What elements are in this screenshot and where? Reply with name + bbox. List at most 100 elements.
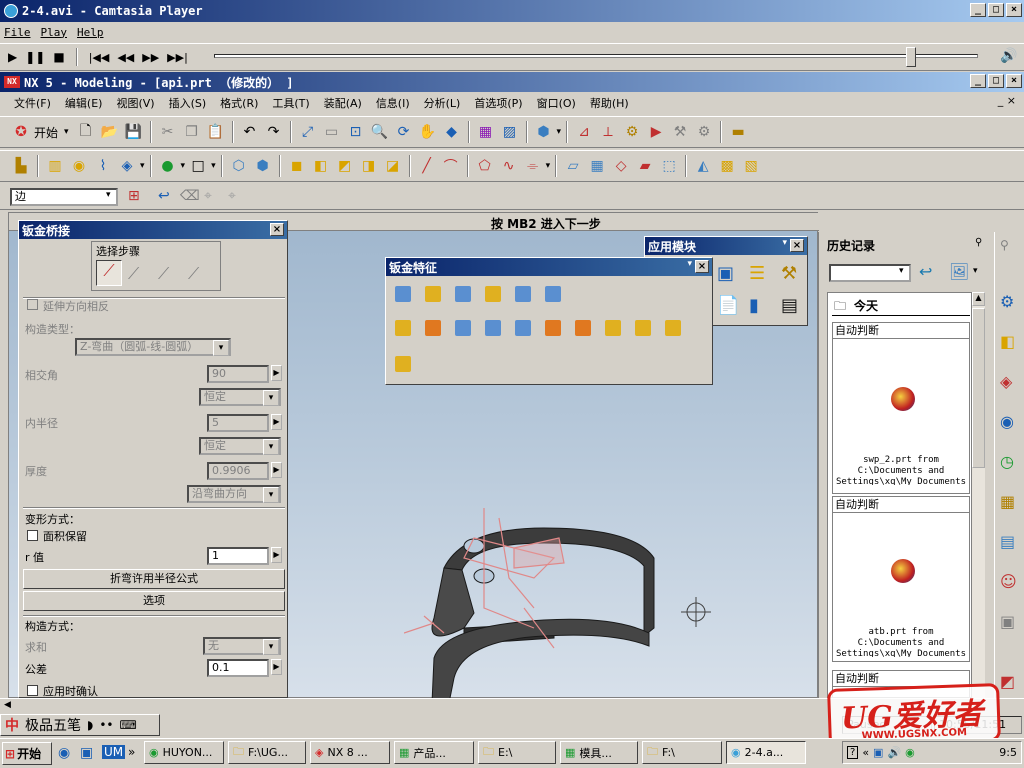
- history-card[interactable]: 自动判断 atb.prt from C:\Documents and Setti…: [832, 496, 970, 662]
- sm-bridge-icon[interactable]: [630, 316, 656, 340]
- line-icon[interactable]: ╱: [416, 155, 438, 177]
- paste-icon[interactable]: 📋: [205, 121, 227, 143]
- sm-corner-icon[interactable]: [570, 316, 596, 340]
- chamfer-icon[interactable]: ◨: [358, 155, 380, 177]
- quicklaunch-more-icon[interactable]: »: [128, 745, 135, 759]
- options-button[interactable]: 选项: [23, 591, 285, 611]
- network-tray-icon[interactable]: ▣: [873, 746, 883, 759]
- roles-icon[interactable]: ☺: [1000, 572, 1017, 591]
- mesh-surface-icon[interactable]: ▦: [586, 155, 608, 177]
- menu-file[interactable]: File: [4, 26, 31, 39]
- sum-dropdown[interactable]: 无: [203, 637, 281, 655]
- offset-curve-icon[interactable]: ⌯: [522, 155, 544, 177]
- taskbar-item[interactable]: ◈ NX 8 ...: [310, 741, 390, 764]
- taskbar-item[interactable]: ◉ HUYON...: [144, 741, 224, 764]
- app-module-close-button[interactable]: ×: [790, 239, 804, 252]
- tray-expand-icon[interactable]: «: [862, 746, 869, 759]
- spline-icon[interactable]: ∿: [498, 155, 520, 177]
- tool-icon[interactable]: ⚒: [669, 121, 691, 143]
- angle-mode-dropdown[interactable]: 恒定: [199, 388, 281, 406]
- rectangle-icon[interactable]: □: [187, 155, 209, 177]
- cube-view-icon[interactable]: ⬢: [533, 121, 555, 143]
- tolerance-spin-icon[interactable]: ▶: [271, 659, 282, 675]
- wcs-icon[interactable]: ⊿: [573, 121, 595, 143]
- wcs-orient-icon[interactable]: ⟂: [597, 121, 619, 143]
- flange-icon[interactable]: ◧: [310, 155, 332, 177]
- sm-tab-icon[interactable]: [420, 282, 446, 306]
- sheet-features-close-button[interactable]: ×: [695, 260, 709, 273]
- angle-field[interactable]: 90: [207, 365, 269, 383]
- extrude-icon[interactable]: ▥: [44, 155, 66, 177]
- patch-icon[interactable]: ▧: [740, 155, 762, 177]
- rewind-icon[interactable]: ◀◀: [117, 51, 134, 64]
- cut-icon[interactable]: ✂: [157, 121, 179, 143]
- tolerance-field[interactable]: 0.1: [207, 659, 269, 677]
- redo-icon[interactable]: ↷: [263, 121, 285, 143]
- magnify-icon[interactable]: 🔍: [369, 121, 391, 143]
- rewind-start-icon[interactable]: |◀◀: [89, 51, 110, 64]
- sm-jog-icon[interactable]: [480, 282, 506, 306]
- drafting-icon[interactable]: 📄: [717, 295, 739, 316]
- analysis-icon[interactable]: ▶: [645, 121, 667, 143]
- taskbar-item[interactable]: 🗀 F:\: [642, 741, 722, 764]
- undo-icon[interactable]: ↶: [239, 121, 261, 143]
- sweep-icon[interactable]: ⌇: [92, 155, 114, 177]
- nx-menu-window[interactable]: 窗口(O): [537, 95, 576, 111]
- start-menu-button[interactable]: ⊞ 开始: [2, 742, 52, 765]
- resource-pin-icon[interactable]: ⚲: [1000, 238, 1009, 252]
- forward-end-icon[interactable]: ▶▶|: [167, 51, 188, 64]
- apply-confirm-checkbox[interactable]: [27, 685, 38, 696]
- nx-menu-close-icon[interactable]: _ ×: [998, 94, 1016, 107]
- snap-endpoint-icon[interactable]: ⌖: [204, 188, 212, 204]
- seek-track[interactable]: [214, 54, 978, 58]
- ruled-surface-icon[interactable]: ▰: [634, 155, 656, 177]
- pause-icon[interactable]: ❚❚: [25, 50, 45, 64]
- sheet-metal-part-icon[interactable]: [404, 508, 684, 703]
- nx-minimize-button[interactable]: _: [970, 74, 986, 88]
- menu-play[interactable]: Play: [41, 26, 68, 39]
- shaded-view-icon[interactable]: ◆: [441, 121, 463, 143]
- scroll-up-icon[interactable]: ▲: [972, 292, 985, 306]
- sm-punch-icon[interactable]: [600, 316, 626, 340]
- swept-surface-icon[interactable]: ◇: [610, 155, 632, 177]
- fullwidth-icon[interactable]: ◗: [87, 718, 93, 732]
- web-browser-icon[interactable]: ◉: [1000, 412, 1014, 431]
- app-module-menu-chevron-icon[interactable]: ▾: [782, 238, 787, 248]
- ruler-icon[interactable]: ▬: [727, 121, 749, 143]
- r-value-spin-icon[interactable]: ▶: [271, 547, 282, 563]
- pan-icon[interactable]: ✋: [417, 121, 439, 143]
- sm-flat-pattern-icon[interactable]: [390, 352, 416, 376]
- nx-menu-view[interactable]: 视图(V): [116, 95, 154, 111]
- taskbar-item[interactable]: 🗀 F:\UG...: [228, 741, 306, 764]
- curve-icon[interactable]: ⬠: [474, 155, 496, 177]
- punctuation-icon[interactable]: ••: [99, 718, 113, 732]
- new-file-icon[interactable]: 🗋: [75, 121, 97, 143]
- revolve-icon[interactable]: ◉: [68, 155, 90, 177]
- step-3-icon[interactable]: ⟋: [158, 264, 169, 284]
- sm-contour-flange-icon[interactable]: [450, 282, 476, 306]
- zoom-icon[interactable]: ⊡: [345, 121, 367, 143]
- fit-view-icon[interactable]: ⤢: [297, 121, 319, 143]
- taskbar-item[interactable]: ▦ 模具...: [560, 741, 638, 764]
- radius-spin-icon[interactable]: ▶: [271, 414, 282, 430]
- primitive-icon[interactable]: ●: [157, 155, 179, 177]
- sm-hem-icon[interactable]: [510, 282, 536, 306]
- sm-bead-icon[interactable]: [510, 316, 536, 340]
- sm-gusset-icon[interactable]: [540, 316, 566, 340]
- system-scenes-icon[interactable]: ▣: [1000, 612, 1015, 631]
- sound-tray-icon[interactable]: 🔊: [887, 746, 901, 759]
- history-scrollbar[interactable]: ▲: [971, 292, 985, 698]
- save-icon[interactable]: 💾: [123, 121, 145, 143]
- nx-menu-help[interactable]: 帮助(H): [590, 95, 629, 111]
- block-icon[interactable]: ◼: [286, 155, 308, 177]
- blend-icon[interactable]: ◩: [334, 155, 356, 177]
- part-navigator-icon[interactable]: ◧: [1000, 332, 1015, 351]
- gateway-icon[interactable]: ▤: [781, 295, 798, 316]
- thickness-spin-icon[interactable]: ▶: [271, 462, 282, 478]
- snap-point-icon[interactable]: ⊞: [128, 188, 140, 204]
- scroll-left-icon[interactable]: ◀: [4, 700, 11, 710]
- nx-restore-button[interactable]: □: [988, 74, 1004, 88]
- thumbnail-view-icon[interactable]: 🖼: [949, 262, 969, 281]
- nx-close-button[interactable]: ×: [1006, 74, 1022, 88]
- seek-thumb[interactable]: [906, 47, 916, 67]
